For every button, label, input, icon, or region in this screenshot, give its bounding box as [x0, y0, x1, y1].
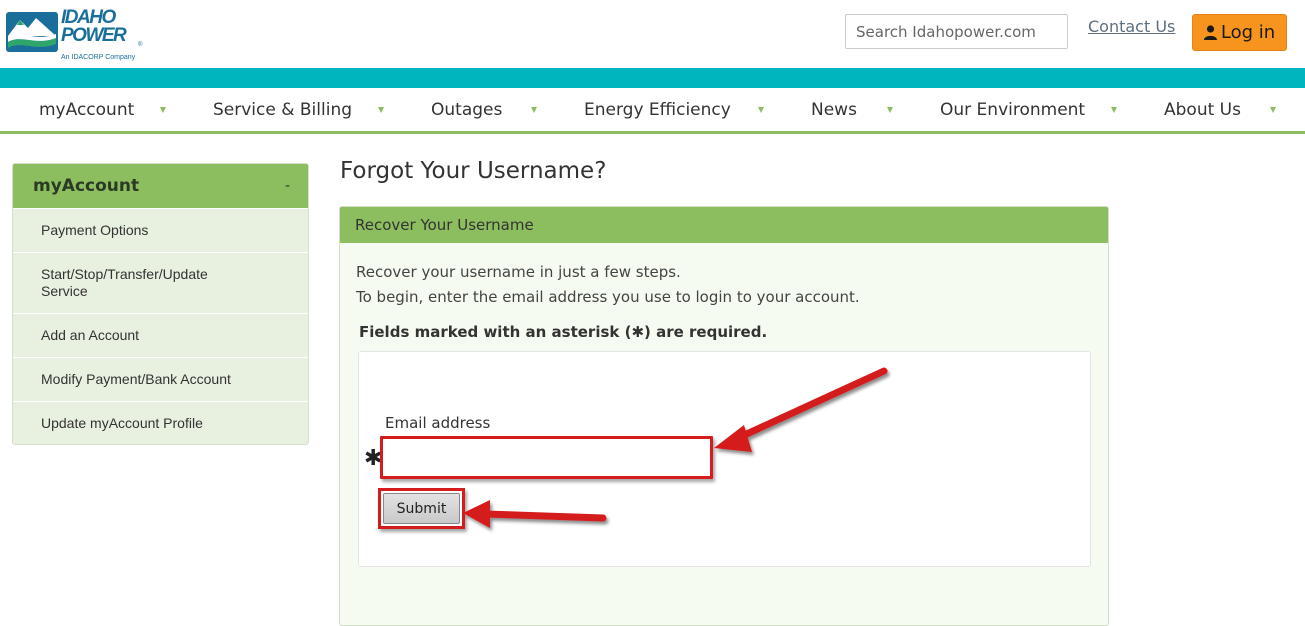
- nav-item-service-billing[interactable]: Service & Billing: [213, 88, 352, 131]
- intro-text-line-2: To begin, enter the email address you us…: [356, 288, 860, 306]
- nav-item-news[interactable]: News: [811, 88, 857, 131]
- sidebar-header[interactable]: myAccount -: [13, 164, 308, 208]
- contact-us-link[interactable]: Contact Us: [1088, 17, 1175, 36]
- sidebar-item-add-account[interactable]: Add an Account: [13, 313, 308, 357]
- logo-wordmark: IDAHO POWER: [61, 7, 127, 46]
- submit-button[interactable]: Submit: [383, 493, 460, 524]
- recover-username-panel: Recover Your Username Recover your usern…: [339, 206, 1109, 626]
- nav-caret-our-environment[interactable]: [1111, 107, 1117, 113]
- site-header: IDAHO POWER ® An IDACORP Company Contact…: [0, 0, 1305, 68]
- sidebar-item-modify-payment[interactable]: Modify Payment/Bank Account: [13, 357, 308, 401]
- sidebar-title: myAccount: [33, 176, 140, 196]
- nav-caret-outages[interactable]: [531, 107, 537, 113]
- myaccount-sidebar: myAccount - Payment Options Start/Stop/T…: [12, 163, 309, 445]
- registered-mark: ®: [138, 42, 143, 48]
- email-label: Email address: [385, 414, 491, 432]
- collapse-toggle[interactable]: -: [285, 178, 290, 194]
- sidebar-item-payment-options[interactable]: Payment Options: [13, 208, 308, 252]
- nav-caret-myaccount[interactable]: [160, 107, 166, 113]
- site-search-input[interactable]: [845, 14, 1068, 49]
- nav-item-outages[interactable]: Outages: [431, 88, 502, 131]
- main-navigation: myAccount Service & Billing Outages Ener…: [0, 88, 1305, 134]
- nav-caret-about-us[interactable]: [1270, 107, 1276, 113]
- sidebar-item-start-stop-transfer[interactable]: Start/Stop/Transfer/Update Service: [13, 252, 308, 313]
- sidebar-item-update-profile[interactable]: Update myAccount Profile: [13, 401, 308, 444]
- nav-caret-energy-efficiency[interactable]: [758, 107, 764, 113]
- page-title: Forgot Your Username?: [340, 158, 607, 184]
- user-icon: [1203, 25, 1217, 40]
- intro-text-line-1: Recover your username in just a few step…: [356, 263, 681, 281]
- nav-item-about-us[interactable]: About Us: [1164, 88, 1241, 131]
- logo-tagline: An IDACORP Company: [61, 54, 136, 61]
- nav-caret-service-billing[interactable]: [378, 107, 384, 113]
- panel-header: Recover Your Username: [340, 207, 1108, 243]
- nav-item-energy-efficiency[interactable]: Energy Efficiency: [584, 88, 731, 131]
- nav-item-myaccount[interactable]: myAccount: [39, 88, 134, 131]
- username-recovery-form: Email address ✱ Submit: [358, 351, 1091, 567]
- login-label: Log in: [1220, 22, 1276, 43]
- login-button[interactable]: Log in: [1192, 14, 1287, 51]
- header-accent-bar: [0, 68, 1305, 88]
- email-field[interactable]: [380, 436, 713, 479]
- submit-highlight: Submit: [378, 488, 465, 529]
- idaho-power-logo[interactable]: IDAHO POWER ® An IDACORP Company: [6, 8, 146, 64]
- nav-item-our-environment[interactable]: Our Environment: [940, 88, 1085, 131]
- mountain-logo-icon: [6, 12, 58, 52]
- required-fields-note: Fields marked with an asterisk (✱) are r…: [359, 323, 768, 341]
- nav-caret-news[interactable]: [887, 107, 893, 113]
